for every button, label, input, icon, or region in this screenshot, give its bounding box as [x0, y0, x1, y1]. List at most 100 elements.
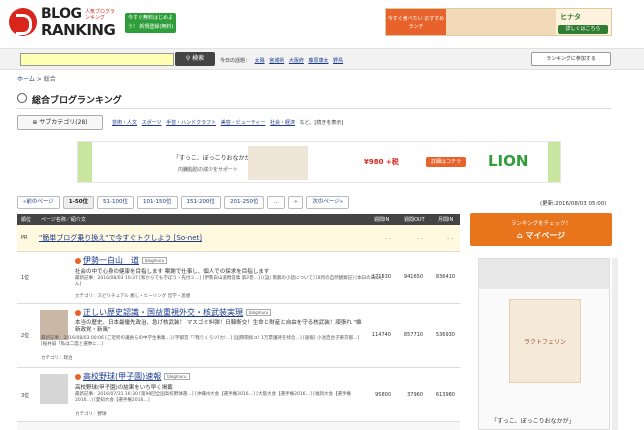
row-out: 941650: [403, 274, 423, 280]
blog-category: カテゴリ：スピリチュアル 癒し・ヒーリング 哲学・思想: [75, 294, 191, 299]
pager-next[interactable]: 次のページ»: [306, 196, 350, 209]
ad-stripe: [78, 142, 92, 182]
pager-last[interactable]: »: [287, 196, 304, 209]
blog-category: カテゴリ：政治: [41, 356, 73, 361]
sidebar-ad-product: ラクトフェリン: [523, 339, 566, 346]
table-row: 2位 正しい歴史認識・国益重視外交・核武装実現 blogmuru 本当の歴史、日本…: [17, 304, 460, 368]
breadcrumb: ホーム > 総合: [17, 74, 56, 83]
today-topic-link[interactable]: 大阪府: [289, 58, 304, 64]
category-link[interactable]: 美容・ビューティー: [221, 120, 266, 126]
ad-mid-button[interactable]: 詳細はコチラ: [426, 157, 466, 167]
today-topics: 今日の話題： 太陽 宮城県 大阪府 藤原康太 野鳥: [220, 57, 343, 64]
subcategory-label: サブカテゴリ(28): [39, 119, 88, 126]
col-in: 週間IN: [374, 217, 390, 223]
blog-description: 本当の歴史、日本最優先政治、急げ核武装！ マスゴミ糾弾！日韓断交！生命と財産と自…: [75, 320, 362, 333]
category-link[interactable]: スポーツ: [142, 120, 162, 126]
table-row: 3位 高校野球(甲子園)速報 blogmuru 高校野球(甲子園)の結果をいち早く…: [17, 368, 460, 422]
ad-stripe: [548, 142, 560, 182]
row-out: - -: [417, 235, 424, 242]
table-row-partial: [17, 422, 460, 430]
row-rank: 1位: [21, 275, 30, 281]
col-month: 月間IN: [438, 217, 454, 223]
row-in: 171530: [371, 274, 391, 280]
ribbon-icon: [75, 373, 81, 380]
today-topic-link[interactable]: 宮城県: [269, 58, 284, 64]
row-in: 114740: [371, 332, 391, 338]
breadcrumb-home[interactable]: ホーム: [17, 76, 35, 83]
blog-title-text: 伊勢一白山 道: [83, 256, 139, 265]
scrollbar[interactable]: [612, 258, 618, 430]
pager-prev[interactable]: «前のページ: [17, 196, 60, 209]
table-row-pr: PR "簡単ブログ乗り換え"で今すぐトクしよう [So-net] - - - -…: [17, 225, 460, 252]
row-in: 95800: [375, 392, 391, 398]
pager-page[interactable]: 151-200位: [180, 196, 221, 209]
middle-banner-ad[interactable]: 「すっこ、ぼっこりおなかが」 内臓脂肪の減少をサポート ¥980 +税 詳細はコ…: [77, 141, 561, 183]
join-ranking-button[interactable]: ランキングに参加する: [531, 52, 611, 66]
search-button[interactable]: ⚲ 検索: [175, 52, 215, 66]
category-link[interactable]: 手芸・ハンドクラフト: [166, 120, 216, 126]
ad-mid-price: ¥980 +税: [364, 158, 399, 166]
logo-text-line2: RANKING: [41, 21, 116, 39]
search-input[interactable]: [20, 53, 174, 66]
col-out: 週間OUT: [404, 217, 425, 223]
mypage-label: ⌂ マイページ: [470, 230, 612, 241]
ribbon-icon: [75, 257, 81, 264]
pagination: «前のページ 1-50位 51-100位 101-150位 151-200位 2…: [17, 196, 350, 209]
pr-link[interactable]: "簡単ブログ乗り換え"で今すぐトクしよう [So-net]: [39, 233, 202, 243]
ad-top-brand: ヒナタ: [560, 13, 581, 21]
search-button-label: 検索: [192, 55, 205, 62]
col-rank: 順位: [21, 217, 32, 223]
ad-mid-catch: 「すっこ、ぼっこりおなかが」: [173, 155, 257, 162]
categories-more[interactable]: など。[続きを表示]: [300, 120, 344, 126]
latest-posts: 最新記事：2016/08/03 10:37 [和からでも学ぼう・先付ミ…] [伊…: [75, 276, 385, 287]
sidebar-ad[interactable]: ラクトフェリン 「すっこ、ぼっこりおなかが」: [478, 258, 610, 430]
category-link[interactable]: 芸術・人文: [112, 120, 137, 126]
row-month: - -: [447, 235, 454, 242]
ranking-icon: [17, 93, 27, 103]
blog-title-link[interactable]: 伊勢一白山 道 blogmuru: [75, 255, 168, 266]
site-logo[interactable]: BLOG RANKING 人気ブログランキング: [9, 6, 119, 39]
sidebar-ad-footer: 「すっこ、ぼっこりおなかが」: [491, 418, 575, 425]
mypage-button[interactable]: ランキングをチェック！ ⌂ マイページ: [470, 213, 612, 246]
today-topic-link[interactable]: 野鳥: [333, 58, 343, 64]
blog-title-link[interactable]: 高校野球(甲子園)速報 blogmuru: [75, 371, 190, 382]
ad-mid-sub: 内臓脂肪の減少をサポート: [178, 167, 239, 173]
pager-page[interactable]: 101-150位: [137, 196, 178, 209]
blog-title-link[interactable]: 正しい歴史認識・国益重視外交・核武装実現 blogmuru: [75, 307, 272, 318]
table-header: 順位 ページ名称／紹介文 週間IN 週間OUT 月間IN: [17, 214, 460, 225]
logo-tagline: 人気ブログランキング: [85, 9, 116, 21]
table-row: 1位 伊勢一白山 道 blogmuru 社会の中で心身の健康を目指します 案謝で仕…: [17, 252, 460, 304]
divider: [17, 108, 611, 109]
subcategory-button[interactable]: ⊕ サブカテゴリ(28): [17, 115, 103, 130]
page-title: 総合ブログランキング: [32, 96, 122, 106]
ad-top-food-image: [446, 9, 556, 35]
latest-posts: 最新記事：2016/08/03 00:06 [ご近所の議員らの中学生事集…] […: [41, 336, 360, 347]
today-topic-link[interactable]: 太陽: [255, 58, 265, 64]
pager-page[interactable]: 51-100位: [97, 196, 135, 209]
blogmuru-badge: blogmuru: [142, 257, 168, 264]
register-badge[interactable]: 今すぐ無料はじめよう！ 新規登録(無料): [125, 13, 176, 33]
ad-mid-product-image: [248, 146, 308, 180]
today-topic-link[interactable]: 藤原康太: [308, 58, 328, 64]
blog-description: 社会の中で心身の健康を目指します 案謝で仕事し、個人での探求を目指します: [75, 269, 270, 275]
category-link[interactable]: 社会・経済: [270, 120, 295, 126]
ad-top-caption: 今すぐ食べたい おすすめランチ: [386, 9, 446, 35]
row-month: 836410: [435, 274, 455, 280]
pager-page-current[interactable]: 1-50位: [62, 196, 95, 209]
mypage-text: マイページ: [525, 231, 566, 240]
pager-ellipsis[interactable]: …: [267, 196, 285, 209]
logo-text-line1: BLOG: [41, 6, 82, 22]
pager-page[interactable]: 201-250位: [223, 196, 265, 209]
row-rank: 2位: [21, 333, 30, 339]
blog-description: 高校野球(甲子園)の結果をいち早く掲載: [75, 385, 173, 391]
ad-top-button[interactable]: 詳しくはこちら: [558, 25, 608, 34]
row-month: 613980: [435, 392, 455, 398]
col-name: ページ名称／紹介文: [41, 217, 86, 223]
sidebar-ad-header: [479, 259, 609, 289]
category-links: 芸術・人文 スポーツ 手芸・ハンドクラフト 美容・ビューティー 社会・経済 など…: [112, 119, 343, 126]
ad-mid-brand: LION: [488, 152, 529, 170]
top-banner-ad[interactable]: 今すぐ食べたい おすすめランチ ヒナタ 詳しくはこちら: [385, 8, 612, 36]
blog-thumbnail[interactable]: [40, 374, 68, 404]
blogmuru-badge: blogmuru: [246, 309, 272, 316]
ribbon-icon: [75, 309, 81, 316]
